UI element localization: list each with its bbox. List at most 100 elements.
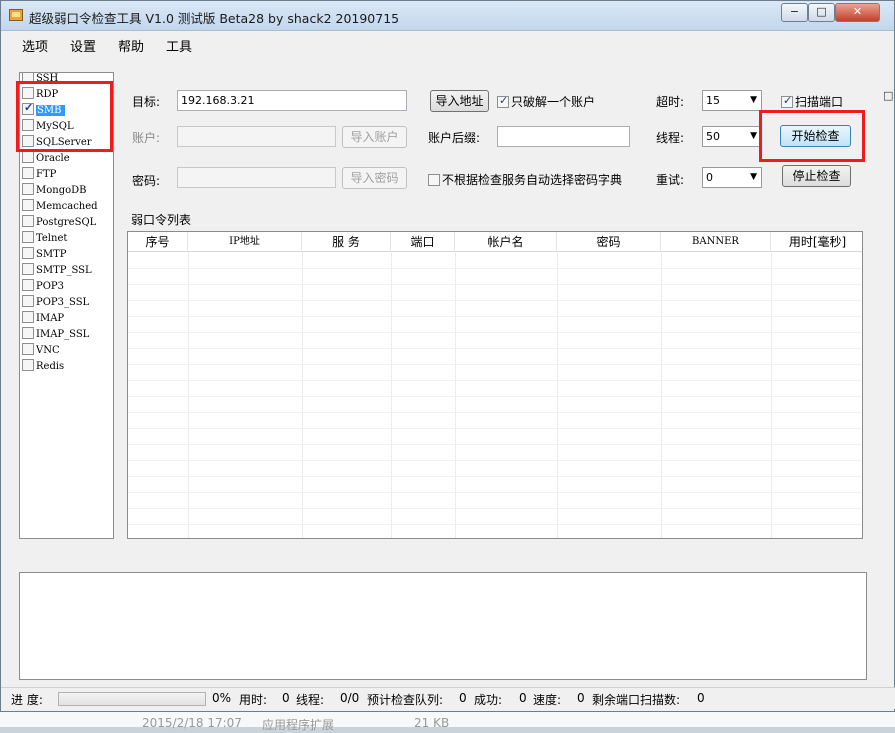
import-password-button[interactable]: 导入密码 <box>342 167 407 189</box>
column-header-password[interactable]: 密码 <box>557 232 661 252</box>
app-icon <box>9 9 23 21</box>
auto-dict-label: 不根据检查服务自动选择密码字典 <box>442 173 623 187</box>
checkbox-icon[interactable] <box>428 174 440 186</box>
import-address-button[interactable]: 导入地址 <box>430 90 489 112</box>
checkbox-icon[interactable] <box>22 279 34 291</box>
protocol-item[interactable]: IMAP <box>22 311 112 326</box>
protocol-item[interactable]: SMTP_SSL <box>22 263 112 278</box>
protocol-item[interactable]: Redis <box>22 359 112 374</box>
maximize-button[interactable]: □ <box>808 3 835 22</box>
column-header-account[interactable]: 帐户名 <box>455 232 557 252</box>
protocol-label: IMAP_SSL <box>36 329 90 340</box>
menu-bar: 选项 设置 帮助 工具 <box>1 32 894 56</box>
retry-select[interactable]: 0 ▼ <box>702 167 762 188</box>
checkbox-icon[interactable] <box>22 343 34 355</box>
protocol-label: SMTP_SSL <box>36 265 92 276</box>
grid-row-line <box>128 332 862 333</box>
protocol-item[interactable]: Telnet <box>22 231 112 246</box>
password-input[interactable] <box>177 167 336 188</box>
checkbox-icon[interactable] <box>22 215 34 227</box>
menu-options[interactable]: 选项 <box>22 36 48 55</box>
grid-row-line <box>128 460 862 461</box>
column-header-port[interactable]: 端口 <box>391 232 455 252</box>
queue-label: 预计检查队列: <box>367 693 444 707</box>
grid-row-line <box>128 316 862 317</box>
checkbox-icon[interactable] <box>22 327 34 339</box>
column-header-index[interactable]: 序号 <box>128 232 188 252</box>
grid-row-line <box>128 300 862 301</box>
protocol-item[interactable]: FTP <box>22 167 112 182</box>
app-window: 超级弱口令检查工具 V1.0 测试版 Beta28 by shack2 2019… <box>0 0 895 712</box>
column-header-ip[interactable]: IP地址 <box>188 232 302 252</box>
progress-bar <box>58 692 206 706</box>
protocol-label: IMAP <box>36 313 65 324</box>
checkbox-icon[interactable] <box>22 167 34 179</box>
protocol-item[interactable]: POP3 <box>22 279 112 294</box>
protocol-item[interactable]: Memcached <box>22 199 112 214</box>
column-header-service[interactable]: 服 务 <box>302 232 391 252</box>
protocol-item[interactable]: MongoDB <box>22 183 112 198</box>
bg-file-type: 应用程序扩展 <box>262 718 335 732</box>
column-header-duration[interactable]: 用时[毫秒] <box>771 232 862 252</box>
checkbox-icon[interactable] <box>22 247 34 259</box>
grid-row-line <box>128 508 862 509</box>
grid-row-line <box>128 364 862 365</box>
menu-tools[interactable]: 工具 <box>166 36 192 55</box>
protocol-label: MongoDB <box>36 185 87 196</box>
checkbox-icon[interactable] <box>22 263 34 275</box>
target-input[interactable]: 192.168.3.21 <box>177 90 407 111</box>
account-suffix-input[interactable] <box>497 126 630 147</box>
menu-settings[interactable]: 设置 <box>70 36 96 55</box>
bg-file-date: 2015/2/18 17:07 <box>142 716 242 730</box>
checkbox-icon[interactable] <box>22 199 34 211</box>
account-input[interactable] <box>177 126 336 147</box>
protocol-item[interactable]: POP3_SSL <box>22 295 112 310</box>
stop-check-button[interactable]: 停止检查 <box>782 165 851 187</box>
scan-port-checkbox[interactable]: 扫描端口 <box>781 93 843 110</box>
results-table-header: 序号 IP地址 服 务 端口 帐户名 密码 BANNER 用时[毫秒] <box>128 232 862 252</box>
background-file-row: 2015/2/18 17:07 应用程序扩展 21 KB <box>0 712 895 732</box>
grid-row-line <box>128 396 862 397</box>
highlight-box-protocols <box>16 81 113 152</box>
protocol-item[interactable]: VNC <box>22 343 112 358</box>
grid-row-line <box>128 476 862 477</box>
checkbox-icon[interactable] <box>22 151 34 163</box>
log-output[interactable] <box>19 572 867 680</box>
threads-select[interactable]: 50 ▼ <box>702 126 762 147</box>
queue-value: 0 <box>459 691 467 705</box>
checkbox-icon[interactable] <box>22 231 34 243</box>
timeout-select[interactable]: 15 ▼ <box>702 90 762 111</box>
results-title: 弱口令列表 <box>131 213 192 227</box>
elapsed-value: 0 <box>282 691 290 705</box>
close-button[interactable]: ✕ <box>835 3 880 22</box>
protocol-item[interactable]: IMAP_SSL <box>22 327 112 342</box>
elapsed-label: 用时: <box>239 693 268 707</box>
remaining-value: 0 <box>697 691 705 705</box>
protocol-label: FTP <box>36 169 57 180</box>
crack-one-checkbox[interactable]: 只破解一个账户 <box>497 93 595 110</box>
protocol-item[interactable]: SMTP <box>22 247 112 262</box>
speed-value: 0 <box>577 691 585 705</box>
checkbox-icon[interactable] <box>22 311 34 323</box>
import-account-button[interactable]: 导入账户 <box>342 126 407 148</box>
grid-column-line <box>661 252 662 538</box>
progress-percent: 0% <box>212 691 232 705</box>
minimize-button[interactable]: − <box>781 3 808 22</box>
speed-label: 速度: <box>533 693 562 707</box>
results-table[interactable]: 序号 IP地址 服 务 端口 帐户名 密码 BANNER 用时[毫秒] <box>127 231 863 539</box>
protocol-item[interactable]: PostgreSQL <box>22 215 112 230</box>
grid-row-line <box>128 524 862 525</box>
account-suffix-label: 账户后缀: <box>428 131 481 145</box>
checkbox-icon[interactable] <box>22 359 34 371</box>
threads-status-label: 线程: <box>296 693 325 707</box>
checkbox-icon[interactable] <box>781 94 793 108</box>
protocol-item[interactable]: Oracle <box>22 151 112 166</box>
menu-help[interactable]: 帮助 <box>118 36 144 55</box>
checkbox-icon[interactable] <box>22 183 34 195</box>
column-header-banner[interactable]: BANNER <box>661 232 771 252</box>
auto-dict-checkbox[interactable]: 不根据检查服务自动选择密码字典 <box>428 171 622 188</box>
grid-row-line <box>128 412 862 413</box>
window-edge-fragment: □ <box>883 89 894 102</box>
checkbox-icon[interactable] <box>22 295 34 307</box>
checkbox-icon[interactable] <box>497 94 509 108</box>
